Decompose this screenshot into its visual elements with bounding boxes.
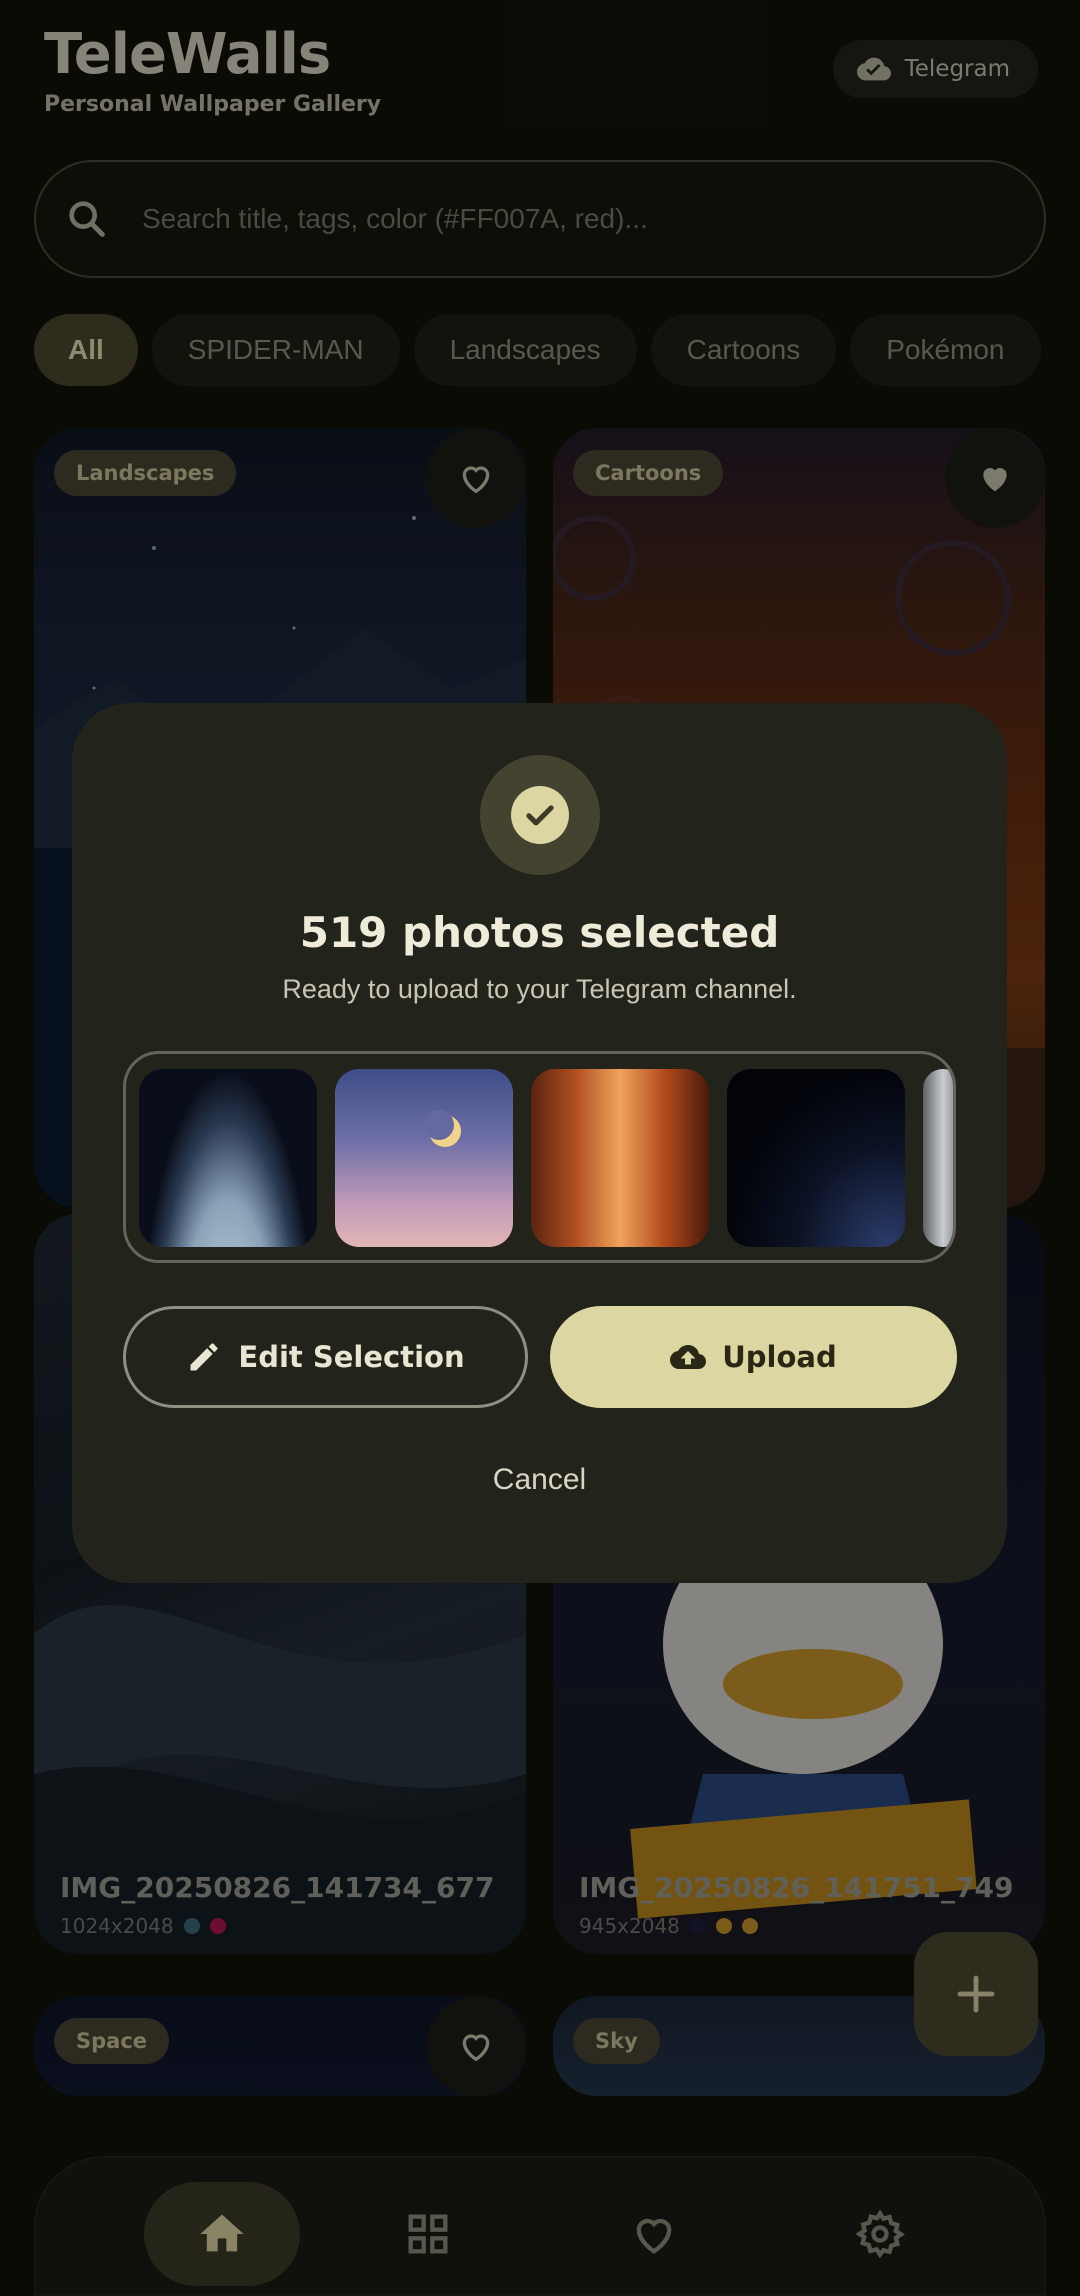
thumbnail-dark-space[interactable] [727, 1069, 905, 1247]
check-icon [511, 786, 569, 844]
edit-selection-button[interactable]: Edit Selection [123, 1306, 528, 1408]
upload-label: Upload [722, 1340, 837, 1374]
app-root: TeleWalls Personal Wallpaper Gallery Tel… [0, 0, 1080, 2296]
pencil-icon [190, 1343, 218, 1371]
thumbnail-moon-sky[interactable] [335, 1069, 513, 1247]
cancel-button[interactable]: Cancel [72, 1463, 1007, 1497]
upload-confirm-dialog: 519 photos selected Ready to upload to y… [72, 703, 1007, 1583]
crescent-moon-icon [424, 1110, 461, 1147]
success-badge [480, 755, 600, 875]
cloud-upload-icon [670, 1345, 707, 1369]
upload-button[interactable]: Upload [550, 1306, 957, 1408]
edit-selection-label: Edit Selection [238, 1340, 465, 1374]
thumbnail-canyon[interactable] [531, 1069, 709, 1247]
thumbnail-partial[interactable] [923, 1069, 953, 1247]
dialog-title: 519 photos selected [299, 908, 780, 957]
dialog-subtitle: Ready to upload to your Telegram channel… [282, 974, 797, 1004]
selected-thumbnails[interactable] [123, 1051, 956, 1263]
thumbnail-earth[interactable] [139, 1069, 317, 1247]
